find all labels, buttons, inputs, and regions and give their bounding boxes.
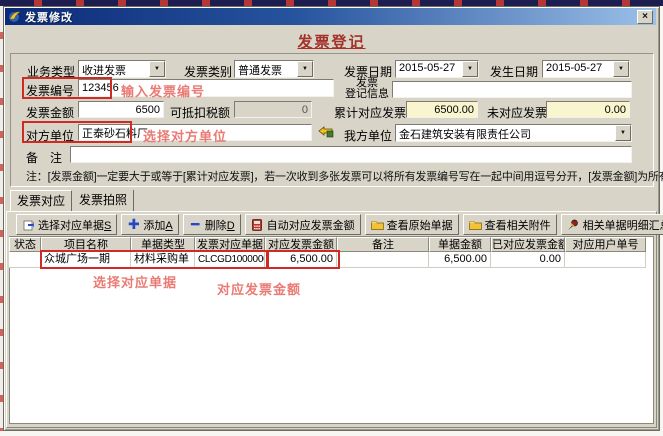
- column-header: 已对应发票金额: [491, 237, 565, 252]
- chevron-down-icon[interactable]: ▼: [297, 61, 313, 77]
- view-original-doc-button[interactable]: 查看原始单据: [365, 214, 459, 235]
- deductible-tax-input: [234, 101, 312, 118]
- invoice-date-value: 2015-05-27: [396, 61, 462, 77]
- cell-remark: [337, 252, 429, 268]
- column-header: 单据类型: [131, 237, 195, 252]
- column-header: 对应用户单号: [565, 237, 646, 252]
- plus-icon: ✚: [127, 218, 140, 231]
- invoice-no-hint: 输入发票编号: [121, 81, 205, 100]
- minus-icon: ━: [189, 218, 202, 231]
- counterparty-label: 对方单位: [26, 127, 74, 144]
- invoice-category-value: 普通发票: [235, 61, 297, 77]
- cell-status: [9, 252, 41, 268]
- cell-matched-amount: 6,500.00: [265, 252, 337, 268]
- reg-info-input[interactable]: [392, 81, 632, 98]
- chevron-down-icon[interactable]: ▼: [615, 125, 631, 141]
- invoice-category-label: 发票类别: [184, 63, 232, 80]
- matched-amount-hint: 对应发票金额: [217, 279, 301, 298]
- reg-info-label: 发票 登记信息: [344, 78, 390, 100]
- unmatched-field: [546, 101, 630, 118]
- unmatched-label: 未对应发票: [487, 104, 547, 121]
- remark-label: 备 注: [26, 149, 62, 166]
- column-header: 发票对应单据: [195, 237, 265, 252]
- auto-match-amount-button[interactable]: 自动对应发票金额: [245, 214, 361, 235]
- folder-icon: [469, 218, 482, 231]
- invoice-amount-label: 发票金额: [26, 104, 74, 121]
- column-header: 项目名称: [41, 237, 131, 252]
- business-type-label: 业务类型: [27, 63, 75, 80]
- cell-project-name: 众城广场一期: [41, 252, 131, 268]
- grid-toolbar: 选择对应单据S ✚ 添加A ━ 删除D 自动对应发票金额 查看原始单据 查看相: [16, 214, 663, 236]
- invoice-date-select[interactable]: 2015-05-27 ▼: [395, 60, 479, 78]
- counterparty-hint: 选择对方单位: [143, 126, 227, 145]
- invoice-no-input[interactable]: [78, 79, 334, 97]
- pushpin-icon: [567, 218, 580, 231]
- related-doc-summary-button[interactable]: 相关单据明细汇总: [561, 214, 663, 235]
- tab-invoice-photo[interactable]: 发票拍照: [73, 190, 134, 211]
- tab-invoice-matching[interactable]: 发票对应: [10, 190, 72, 211]
- table-row[interactable]: 众城广场一期 材料采购单 CLCGD100000030 6,500.00 6,5…: [9, 252, 646, 268]
- view-attachments-button[interactable]: 查看相关附件: [463, 214, 557, 235]
- business-type-select[interactable]: 收进发票 ▼: [78, 60, 166, 78]
- column-header: 备注: [337, 237, 429, 252]
- close-button[interactable]: ×: [637, 10, 653, 24]
- invoice-amount-input[interactable]: [78, 101, 164, 118]
- app-icon: [8, 10, 21, 23]
- column-header: 状态: [9, 237, 41, 252]
- column-header: 对应发票金额: [265, 237, 337, 252]
- delete-button[interactable]: ━ 删除D: [183, 214, 241, 235]
- cell-doc-amount: 6,500.00: [429, 252, 491, 268]
- add-button[interactable]: ✚ 添加A: [121, 214, 178, 235]
- chevron-down-icon[interactable]: ▼: [462, 61, 478, 77]
- select-doc-icon: [22, 218, 35, 231]
- folder-icon: [371, 218, 384, 231]
- occur-date-value: 2015-05-27: [543, 61, 613, 77]
- invoice-edit-dialog: 发票修改 × 发票登记 业务类型 收进发票 ▼ 发票类别 普通发票 ▼ 发票日期…: [0, 0, 663, 436]
- page-title: 发票登记: [3, 31, 660, 52]
- invoice-category-select[interactable]: 普通发票 ▼: [234, 60, 314, 78]
- select-hand-icon[interactable]: [318, 126, 334, 139]
- column-header: 单据金额: [429, 237, 491, 252]
- cumulative-matched-label: 累计对应发票: [334, 104, 406, 121]
- occur-date-select[interactable]: 2015-05-27 ▼: [542, 60, 630, 78]
- invoice-no-label: 发票编号: [26, 82, 74, 99]
- cumulative-matched-field: [406, 101, 478, 118]
- chevron-down-icon[interactable]: ▼: [149, 61, 165, 77]
- our-unit-select[interactable]: 金石建筑安装有限责任公司 ▼: [395, 124, 632, 142]
- select-matching-doc-button[interactable]: 选择对应单据S: [16, 214, 117, 235]
- select-document-hint: 选择对应单据: [93, 272, 177, 291]
- grid-header-row: 状态 项目名称 单据类型 发票对应单据 对应发票金额 备注 单据金额 已对应发票…: [9, 237, 646, 252]
- deductible-tax-label: 可抵扣税额: [170, 104, 230, 121]
- cell-already-matched: 0.00: [491, 252, 565, 268]
- business-type-value: 收进发票: [79, 61, 149, 77]
- form-note: 注：[发票金额]一定要大于或等于[累计对应发票]，若一次收到多张发票可以将所有发…: [26, 168, 650, 184]
- remark-input[interactable]: [70, 146, 632, 163]
- cell-doc-type: 材料采购单: [131, 252, 195, 268]
- window-title: 发票修改: [25, 9, 637, 25]
- cell-user-order-no: [565, 252, 646, 268]
- titlebar: 发票修改 ×: [5, 8, 656, 25]
- occur-date-label: 发生日期: [490, 63, 538, 80]
- chevron-down-icon[interactable]: ▼: [613, 61, 629, 77]
- our-unit-label: 我方单位: [344, 127, 392, 144]
- calculator-icon: [251, 218, 264, 231]
- cell-doc-number: CLCGD100000030: [195, 252, 265, 268]
- our-unit-value: 金石建筑安装有限责任公司: [396, 125, 615, 141]
